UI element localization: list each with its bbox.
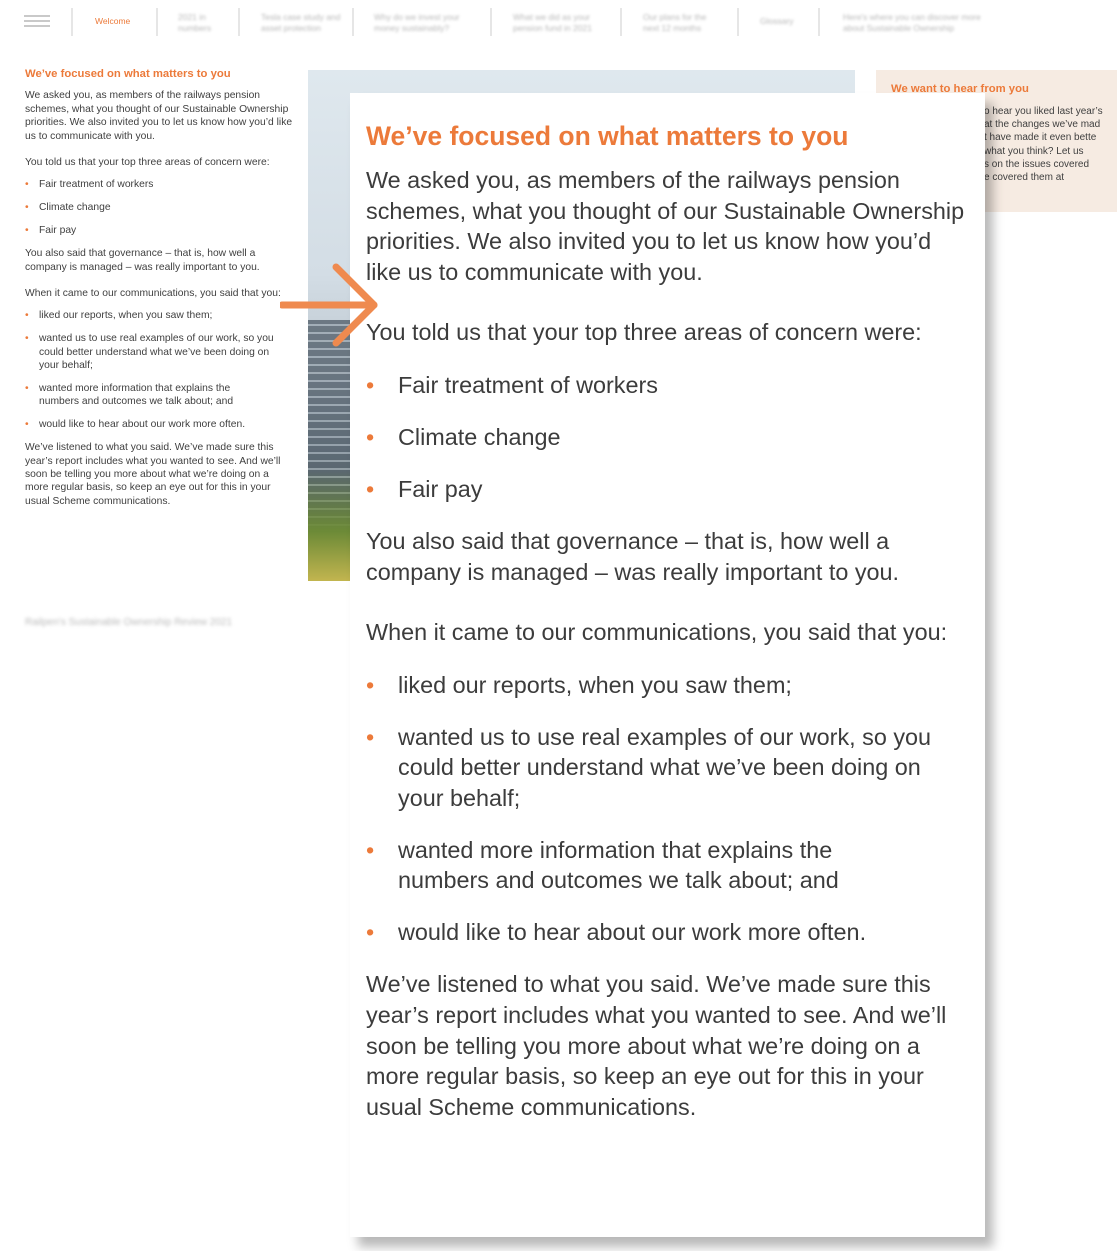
list-item: wanted us to use real examples of our wo…: [366, 722, 969, 814]
nav-divider: [352, 8, 354, 36]
page-footer: Railpen's Sustainable Ownership Review 2…: [25, 617, 233, 628]
feedback-card-line: e covered them at: [984, 172, 1065, 183]
list-item: would like to hear about our work more o…: [25, 418, 295, 432]
left-page-governance: You also said that governance – that is,…: [25, 248, 260, 273]
list-item: liked our reports, when you saw them;: [366, 670, 969, 701]
list-item: Climate change: [366, 422, 969, 453]
list-item: would like to hear about our work more o…: [366, 917, 969, 948]
left-page-comms-list: liked our reports, when you saw them; wa…: [25, 309, 295, 432]
left-page-comms-intro: When it came to our communications, you …: [25, 287, 281, 299]
nav-item-case-study[interactable]: Tesla case study and asset protection: [261, 12, 341, 34]
list-item: Climate change: [25, 201, 295, 215]
hamburger-icon[interactable]: [24, 15, 50, 29]
nav-divider: [238, 8, 240, 36]
nav-item-discover-more[interactable]: Here's where you can discover more about…: [843, 12, 1003, 34]
article-intro: We asked you, as members of the railways…: [366, 167, 965, 285]
left-page-concerns-intro: You told us that your top three areas of…: [25, 157, 270, 169]
left-page-title: We’ve focused on what matters to you: [25, 68, 231, 80]
feedback-card-line: at the changes we’ve mad: [984, 119, 1101, 130]
nav-item-glossary[interactable]: Glossary: [760, 16, 794, 27]
nav-divider: [818, 8, 820, 36]
article-closing: We’ve listened to what you said. We’ve m…: [366, 971, 947, 1120]
list-item: wanted more information that explains th…: [25, 382, 295, 409]
nav-divider: [490, 8, 492, 36]
nav-item-2021-in-numbers[interactable]: 2021 in numbers: [178, 12, 228, 34]
comms-list: liked our reports, when you saw them; wa…: [366, 670, 969, 948]
article-governance: You also said that governance – that is,…: [366, 527, 900, 585]
article-concerns-intro: You told us that your top three areas of…: [366, 319, 922, 346]
zoomed-article: We’ve focused on what matters to you We …: [350, 93, 985, 1237]
feedback-card-line: o hear you liked last year’s: [984, 106, 1103, 117]
left-page-closing: We’ve listened to what you said. We’ve m…: [25, 442, 281, 507]
list-item: Fair pay: [25, 224, 295, 238]
top-navigation: Welcome 2021 in numbers Tesla case study…: [0, 0, 1117, 44]
list-item: Fair pay: [366, 474, 969, 505]
nav-item-our-plans[interactable]: Our plans for the next 12 months: [643, 12, 723, 34]
article-comms-intro: When it came to our communications, you …: [366, 619, 948, 646]
nav-item-welcome[interactable]: Welcome: [95, 16, 130, 27]
left-page-intro: We asked you, as members of the railways…: [25, 90, 293, 142]
nav-divider: [156, 8, 158, 36]
list-item: Fair treatment of workers: [25, 178, 295, 192]
list-item: liked our reports, when you saw them;: [25, 309, 295, 323]
feedback-card-line: t have made it even bette: [984, 132, 1097, 143]
list-item: wanted more information that explains th…: [366, 835, 969, 896]
list-item: wanted us to use real examples of our wo…: [25, 332, 295, 372]
left-page-concerns-list: Fair treatment of workers Climate change…: [25, 178, 295, 238]
article-title: We’ve focused on what matters to you: [366, 121, 849, 151]
nav-item-why-invest[interactable]: Why do we invest your money sustainably?: [374, 12, 474, 34]
nav-item-what-we-did[interactable]: What we did as your pension fund in 2021: [513, 12, 608, 34]
nav-divider: [71, 8, 73, 36]
feedback-card-line: s on the issues covered: [984, 159, 1090, 170]
feedback-card-line: what you think? Let us: [984, 146, 1084, 157]
nav-divider: [620, 8, 622, 36]
nav-divider: [737, 8, 739, 36]
left-page-content: We’ve focused on what matters to you We …: [25, 68, 295, 521]
list-item: Fair treatment of workers: [366, 370, 969, 401]
concerns-list: Fair treatment of workers Climate change…: [366, 370, 969, 505]
